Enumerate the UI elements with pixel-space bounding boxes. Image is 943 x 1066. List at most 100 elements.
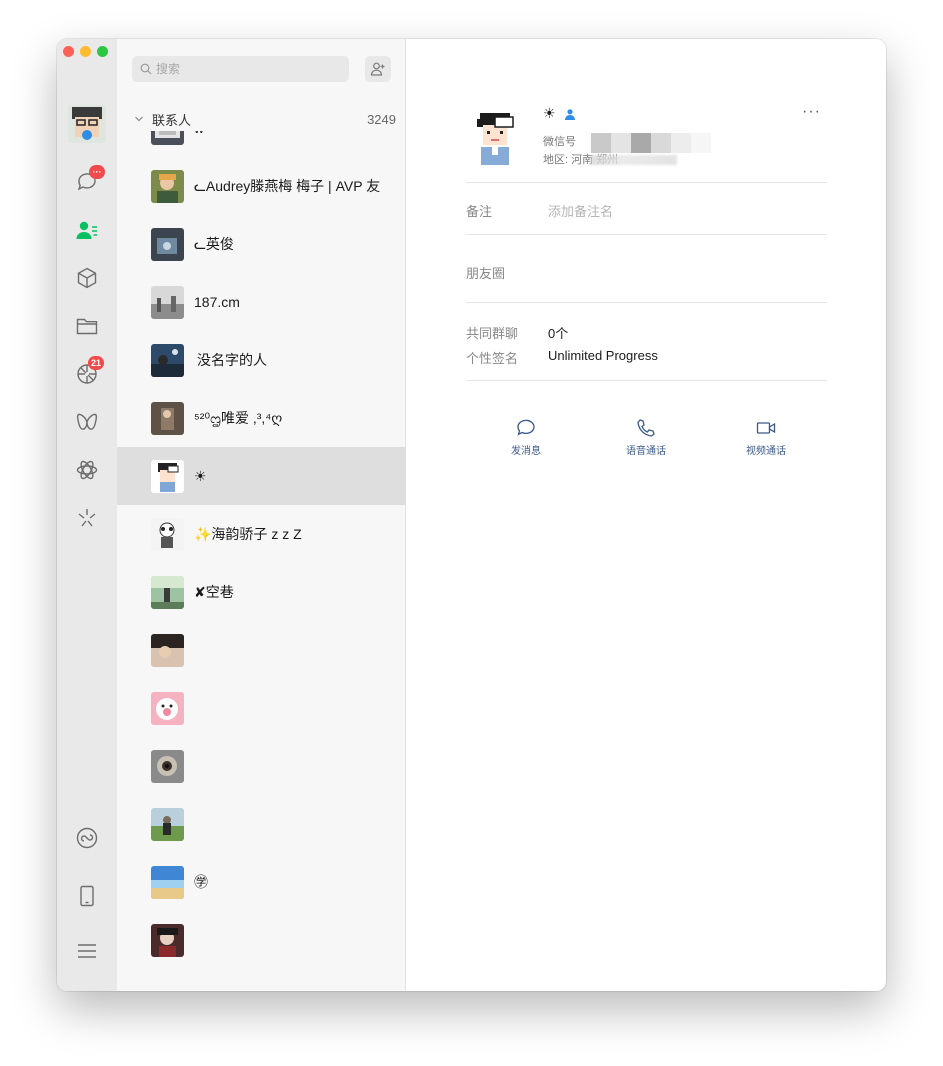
close-window-button[interactable]: [63, 46, 74, 57]
mini-program-link-icon[interactable]: [72, 823, 102, 853]
chats-icon[interactable]: ···: [72, 165, 105, 197]
window-controls: [63, 46, 108, 57]
send-message-label: 发消息: [511, 446, 541, 457]
moments-aperture-icon[interactable]: 21: [72, 356, 105, 389]
search-bar[interactable]: [132, 56, 349, 82]
contact-name: 没名字的人: [197, 352, 267, 368]
contact-row[interactable]: [117, 737, 406, 795]
favorites-cube-icon[interactable]: [72, 263, 102, 293]
contact-avatar: [151, 227, 184, 261]
profile-name: ☀: [543, 105, 576, 122]
contact-name: ⁵²⁰ᦗ唯爱 ,³,⁴ღ: [194, 410, 283, 426]
remark-label: 备注: [466, 204, 493, 219]
phone-icon: [637, 419, 655, 437]
wechat-id-label: 微信号: [543, 136, 576, 148]
shared-groups-value[interactable]: 0个: [548, 323, 568, 342]
contact-avatar: [151, 807, 184, 841]
contact-avatar: [151, 459, 184, 493]
more-options-button[interactable]: ···: [802, 103, 821, 121]
video-call-label: 视频通话: [746, 446, 786, 457]
contact-avatar: [151, 749, 184, 783]
wechat-id-redacted: [591, 133, 711, 153]
divider: [466, 182, 827, 183]
voice-call-button[interactable]: 语音通话: [611, 417, 681, 459]
contact-name: ☀: [194, 467, 207, 484]
contact-avatar: [151, 401, 184, 435]
contact-row[interactable]: [117, 795, 406, 853]
contact-avatar: [151, 517, 184, 551]
search-spark-icon[interactable]: [72, 503, 102, 533]
contact-list-panel: 联系人 3249 w ᓚAudrey滕燕梅 梅子 | AVP 友 ᓚ英俊 187…: [117, 39, 465, 991]
contact-row[interactable]: 没名字的人: [117, 331, 406, 389]
contact-row[interactable]: ㊫: [117, 853, 406, 911]
contact-avatar: [151, 633, 184, 667]
contact-name: ✘空巷: [194, 584, 234, 600]
video-camera-icon: [756, 422, 776, 434]
contact-row[interactable]: [117, 679, 406, 737]
contact-name: ✨海韵骄子 z z Z: [194, 526, 302, 542]
contact-avatar: [151, 923, 184, 957]
contacts-group-label: 联系人: [152, 112, 192, 128]
divider: [466, 302, 827, 303]
minimize-window-button[interactable]: [80, 46, 91, 57]
signature-label: 个性签名: [466, 351, 519, 366]
wechat-window: ··· 21 搜索 联系人 3249 ᓚAudrey滕燕梅 梅子 | AVP 友…: [57, 39, 886, 991]
contact-avatar: [151, 575, 184, 609]
contacts-icon[interactable]: [72, 215, 102, 245]
chevron-down-icon: [135, 116, 143, 122]
contact-row[interactable]: ✨海韵骄子 z z Z: [117, 505, 406, 563]
contact-avatar: [151, 691, 184, 725]
message-bubble-icon: [517, 419, 535, 436]
contact-avatar: [151, 169, 184, 203]
mini-programs-icon[interactable]: [72, 455, 102, 485]
region-redacted: [591, 155, 677, 165]
remark-field[interactable]: 添加备注名: [548, 201, 613, 220]
contact-row[interactable]: ᓚ英俊: [117, 215, 406, 273]
menu-icon[interactable]: [72, 936, 102, 966]
contacts-group-header[interactable]: 联系人 3249: [134, 109, 396, 129]
contact-name: ᓚ英俊: [194, 236, 234, 252]
contact-row[interactable]: ⁵²⁰ᦗ唯爱 ,³,⁴ღ: [117, 389, 406, 447]
contact-row[interactable]: [117, 621, 406, 679]
voice-call-label: 语音通话: [626, 446, 666, 457]
contact-avatar: [151, 131, 184, 145]
send-message-button[interactable]: 发消息: [491, 417, 561, 459]
divider: [466, 234, 827, 235]
contact-detail-panel: ☀ 微信号 地区: 河南 郑州 ··· 备注 添加备注名 朋友圈 共同群聊 0个…: [407, 39, 886, 991]
contact-name: w: [194, 131, 204, 136]
chats-unread-badge: ···: [89, 165, 105, 179]
search-input[interactable]: [156, 62, 336, 76]
search-icon: [140, 63, 152, 75]
contact-row[interactable]: ᓚAudrey滕燕梅 梅子 | AVP 友: [117, 157, 406, 215]
shared-groups-label: 共同群聊: [466, 326, 519, 341]
contact-row[interactable]: w: [117, 131, 406, 157]
contact-name: ㊫: [194, 874, 208, 890]
contact-name: 187.cm: [194, 294, 240, 310]
contact-row[interactable]: 187.cm: [117, 273, 406, 331]
profile-nickname: ☀: [543, 105, 556, 121]
moments-badge: 21: [88, 356, 105, 370]
sidebar-rail: ··· 21: [57, 39, 117, 991]
contact-list: w ᓚAudrey滕燕梅 梅子 | AVP 友 ᓚ英俊 187.cm 没名字的人…: [117, 131, 406, 991]
contact-row[interactable]: ✘空巷: [117, 563, 406, 621]
moments-label[interactable]: 朋友圈: [466, 263, 505, 282]
contact-row-selected[interactable]: ☀: [117, 447, 406, 505]
contact-name: ᓚAudrey滕燕梅 梅子 | AVP 友: [194, 178, 381, 194]
phone-device-icon[interactable]: [72, 881, 102, 911]
signature-value: Unlimited Progress: [548, 348, 658, 363]
channels-butterfly-icon[interactable]: [72, 407, 102, 437]
divider: [466, 380, 827, 381]
contact-avatar: [151, 865, 184, 899]
add-contact-button[interactable]: [365, 56, 391, 82]
contact-avatar: [151, 285, 184, 319]
video-call-button[interactable]: 视频通话: [731, 417, 801, 459]
contact-avatar: [151, 343, 184, 377]
add-friend-icon: [370, 62, 385, 76]
profile-avatar[interactable]: [473, 107, 519, 165]
my-avatar[interactable]: [68, 105, 106, 143]
folder-icon[interactable]: [72, 311, 102, 341]
contacts-count: 3249: [367, 111, 396, 127]
zoom-window-button[interactable]: [97, 46, 108, 57]
male-contact-icon: [564, 108, 575, 120]
contact-row[interactable]: [117, 911, 406, 969]
